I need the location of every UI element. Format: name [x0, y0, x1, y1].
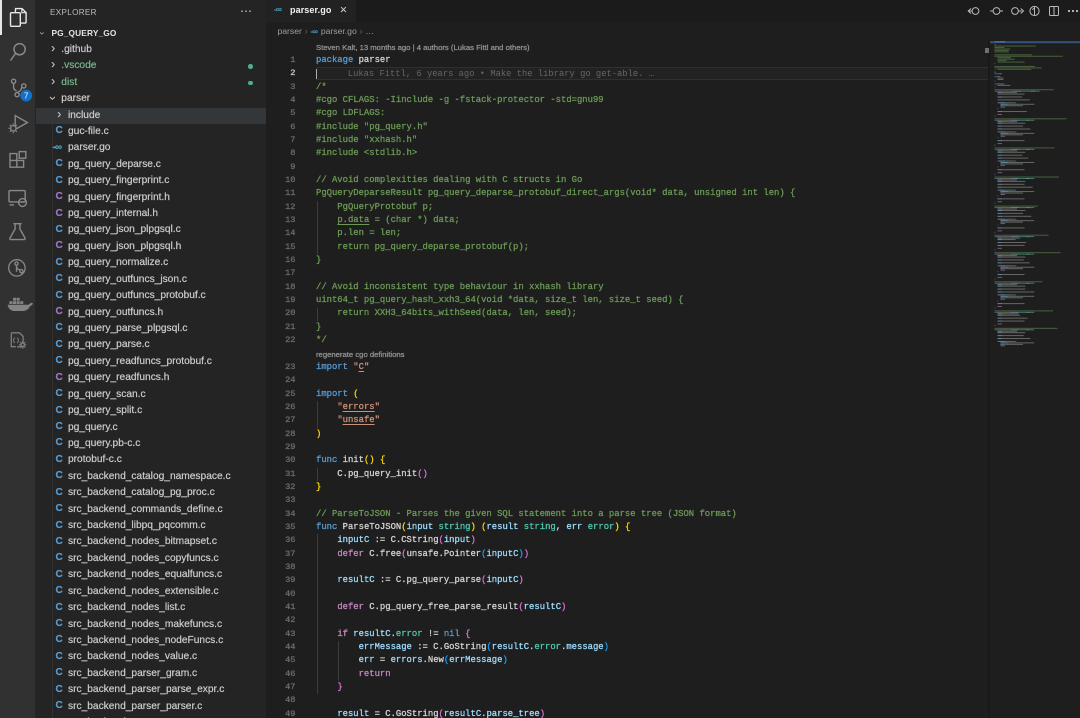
- svg-text:7: 7: [24, 91, 28, 100]
